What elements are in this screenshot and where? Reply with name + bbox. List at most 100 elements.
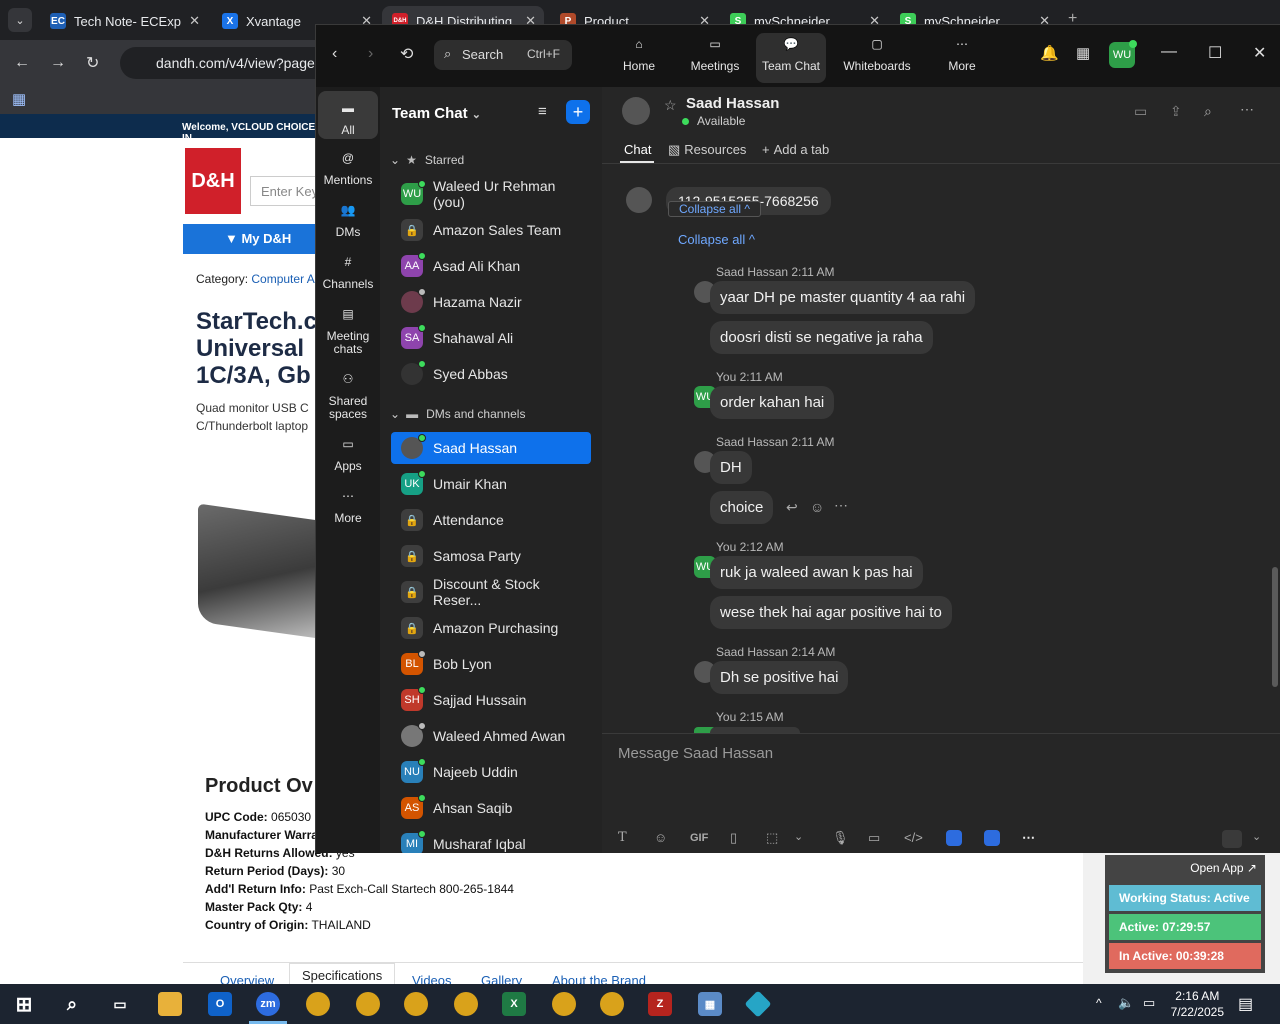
tab-chat[interactable]: Chat [624,142,651,157]
reply-icon[interactable]: ↩ [786,499,798,516]
system-clock[interactable]: 2:16 AM 7/22/2025 [1171,988,1224,1020]
rail-channels[interactable]: # Channels [318,251,378,291]
task-view-icon[interactable]: ▭ [108,992,132,1016]
chat-list-item[interactable]: AS Ahsan Saqib [391,792,591,824]
network-icon[interactable]: ▭ [1143,995,1155,1011]
chat-list-item[interactable]: BL Bob Lyon [391,648,591,680]
contact-name[interactable]: Saad Hassan [686,95,779,112]
chat-list-item[interactable]: 🔒 Attendance [391,504,591,536]
minimize-icon[interactable]: — [1161,43,1177,61]
apps-grid-icon[interactable]: ▦ [12,90,26,108]
chat-list-item[interactable]: WU Waleed Ur Rehman (you) [391,178,591,210]
message-bubble[interactable]: choice [710,491,774,524]
search-icon[interactable]: ⌕ [60,992,84,1016]
product-image[interactable] [198,503,318,639]
message-bubble[interactable]: wese thek hai agar positive hai to [710,596,952,629]
calculator-icon[interactable]: ▦ [698,992,722,1016]
emoji-icon[interactable]: ☺ [654,830,667,845]
dh-logo[interactable]: D&H [185,148,241,214]
video-message-icon[interactable]: ▭ [868,830,880,846]
open-app-link[interactable]: Open App ↗ [1190,861,1257,875]
chat-scrollbar[interactable] [1272,567,1278,687]
dms-section-header[interactable]: ⌄ ▬ DMs and channels [390,407,525,421]
rail-all[interactable]: ▬ All [318,91,378,139]
volume-muted-icon[interactable]: 🔈 [1118,995,1134,1011]
chevron-down-icon[interactable]: ⌄ [1252,830,1261,843]
chat-list-item[interactable]: 🔒 Amazon Purchasing [391,612,591,644]
new-chat-button[interactable]: + [566,100,590,124]
message-bubble[interactable]: DH [710,451,752,484]
app-icon[interactable] [744,990,772,1018]
message-bubble[interactable]: yaar DH pe master quantity 4 aa rahi [710,281,976,314]
collapse-overlay[interactable]: Collapse all ^ [668,201,761,217]
back-icon[interactable]: ← [14,54,30,72]
contact-avatar[interactable] [622,97,650,125]
chevron-down-icon[interactable]: ⌄ [794,830,803,843]
history-icon[interactable]: ⟲ [400,44,413,64]
zoom-icon[interactable]: zm [256,992,280,1016]
nav-team-chat[interactable]: 💬 Team Chat [756,33,826,83]
gif-icon[interactable]: GIF [690,832,708,844]
back-icon[interactable]: ‹ [332,45,337,63]
nav-more[interactable]: ⋯ More [940,33,984,83]
more-icon[interactable]: ⋯ [1022,830,1035,846]
filter-icon[interactable]: ≡ [538,103,547,120]
rail-dms[interactable]: 👥 DMs [318,199,378,239]
format-text-icon[interactable]: T [618,830,627,845]
nav-home[interactable]: ⌂ Home [612,33,666,83]
maximize-icon[interactable]: ☐ [1208,43,1222,63]
close-tab-icon[interactable]: ✕ [189,13,200,29]
team-chat-dropdown[interactable]: Team Chat ⌄ [392,105,481,122]
message-bubble[interactable]: ruk ja waleed awan k pas hai [710,556,923,589]
chrome-profile-icon[interactable] [454,992,478,1016]
add-reaction-icon[interactable]: ☺ [810,499,824,515]
zoom-search[interactable]: ⌕ Search Ctrl+F [434,40,572,70]
chrome-profile-icon[interactable] [404,992,428,1016]
message-bubble[interactable]: doosri disti se negative ja raha [710,321,933,354]
address-bar[interactable]: dandh.com/v4/view?page [120,47,340,79]
rail-shared-spaces[interactable]: ⚇ Shared spaces [320,368,376,421]
more-icon[interactable]: ⋯ [834,497,848,514]
chat-list-item[interactable]: Hazama Nazir [391,286,591,318]
tab-resources[interactable]: ▧ Resources [668,142,746,158]
more-icon[interactable]: ⋯ [1240,101,1254,118]
file-explorer-icon[interactable] [158,992,182,1016]
file-icon[interactable]: ▯ [730,830,737,846]
chat-list-item[interactable]: UK Umair Khan [391,468,591,500]
message-bubble[interactable]: Dh se positive hai [710,661,849,694]
chat-list-item[interactable]: 🔒 Amazon Sales Team [391,214,591,246]
share-screen-icon[interactable]: ⇪ [1170,103,1182,120]
rail-mentions[interactable]: @ Mentions [318,147,378,187]
chat-list-item[interactable]: SH Sajjad Hussain [391,684,591,716]
bell-icon[interactable]: 🔔 [1040,44,1059,62]
starred-section-header[interactable]: ⌄ ★ Starred [390,153,464,167]
chat-list-item[interactable]: Saad Hassan [391,432,591,464]
close-icon[interactable]: ✕ [1253,43,1266,63]
message-bubble[interactable]: order kahan hai [710,386,835,419]
forward-icon[interactable]: › [368,45,373,63]
chrome-profile-icon[interactable] [552,992,576,1016]
chat-list-item[interactable]: AA Asad Ali Khan [391,250,591,282]
my-dh-button[interactable]: ▼ My D&H [183,224,323,254]
chat-list-item[interactable]: Syed Abbas [391,358,591,390]
tab-add[interactable]: + Add a tab [762,142,829,157]
chat-list-item[interactable]: NU Najeeb Uddin [391,756,591,788]
nav-whiteboards[interactable]: ▢ Whiteboards [838,33,916,83]
browser-tab[interactable]: EC Tech Note- ECExp ✕ [40,6,208,36]
screenshot-icon[interactable]: ⬚ [766,830,778,846]
app-icon[interactable] [946,830,962,846]
rail-apps[interactable]: ▭ Apps [318,433,378,473]
nav-meetings[interactable]: ▭ Meetings [682,33,748,83]
search-icon[interactable]: ⌕ [1204,103,1212,120]
microphone-icon[interactable]: 🎙 [832,830,849,846]
chat-list-item[interactable]: MI Musharaf Iqbal [391,828,591,853]
chat-list-item[interactable]: 🔒 Discount & Stock Reser... [391,576,591,608]
chat-list-item[interactable]: SA Shahawal Ali [391,322,591,354]
start-icon[interactable]: ⊞ [12,992,36,1016]
tray-chevron-icon[interactable]: ^ [1096,996,1102,1010]
excel-icon[interactable]: X [502,992,526,1016]
filezilla-icon[interactable]: Z [648,992,672,1016]
chrome-profile-icon[interactable] [356,992,380,1016]
notifications-icon[interactable]: ▤ [1238,994,1253,1014]
chrome-icon[interactable] [306,992,330,1016]
